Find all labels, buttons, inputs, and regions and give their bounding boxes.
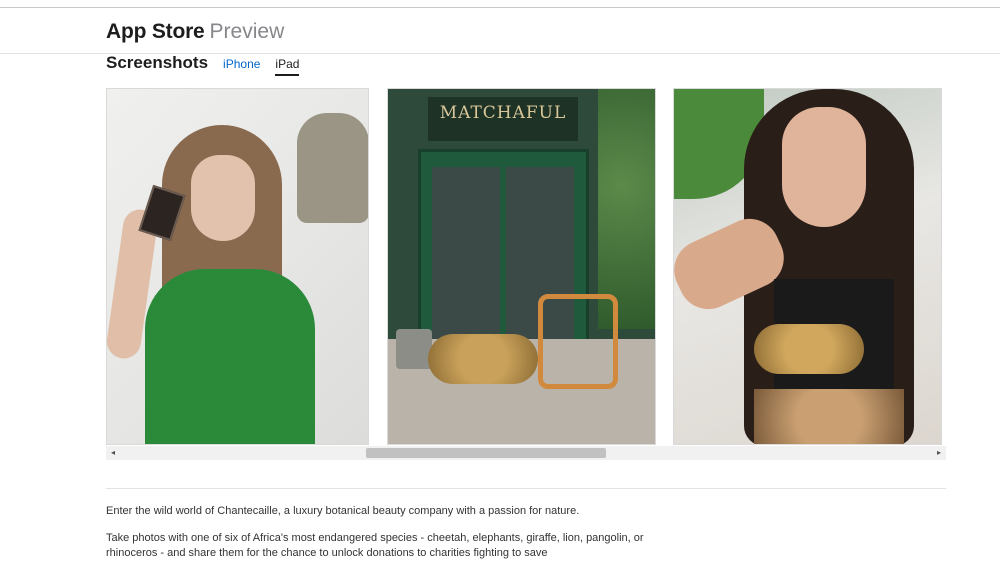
description-divider bbox=[106, 488, 946, 489]
door-glass-left bbox=[432, 167, 500, 347]
rattan-chair bbox=[538, 294, 618, 389]
woman-face bbox=[191, 155, 255, 241]
plant-pot bbox=[396, 329, 432, 369]
scroll-right-icon[interactable]: ▸ bbox=[934, 448, 944, 458]
scroll-left-icon[interactable]: ◂ bbox=[108, 448, 118, 458]
device-tabs: iPhone iPad bbox=[223, 57, 314, 76]
ar-elephant bbox=[297, 113, 368, 223]
screenshot-woman-elephant[interactable] bbox=[106, 88, 369, 445]
ar-cheetah bbox=[428, 334, 538, 384]
tab-iphone[interactable]: iPhone bbox=[223, 57, 260, 74]
description-paragraph: Take photos with one of six of Africa's … bbox=[106, 532, 644, 559]
top-divider bbox=[0, 7, 1000, 8]
tab-ipad[interactable]: iPad bbox=[275, 57, 300, 76]
description-paragraph: Enter the wild world of Chantecaille, a … bbox=[106, 505, 580, 517]
ar-cheetah bbox=[754, 324, 864, 374]
gallery-scrollbar[interactable]: ◂ ▸ bbox=[106, 446, 946, 460]
screenshot-gallery[interactable]: MATCHAFUL bbox=[106, 88, 946, 445]
scroll-thumb[interactable] bbox=[366, 448, 606, 458]
leopard-skirt bbox=[754, 389, 904, 444]
screenshots-header: Screenshots iPhone iPad bbox=[106, 53, 314, 76]
green-dress bbox=[145, 269, 315, 444]
brand-preview: Preview bbox=[209, 20, 285, 43]
app-store-header: App Store Preview bbox=[106, 20, 284, 46]
store-sign-text: MATCHAFUL bbox=[439, 103, 567, 123]
section-title: Screenshots bbox=[106, 53, 209, 72]
brand-app-store[interactable]: App Store bbox=[106, 20, 205, 44]
hanging-plant bbox=[598, 89, 655, 329]
screenshot-woman-cheetah-selfie[interactable] bbox=[673, 88, 942, 445]
woman-face bbox=[782, 107, 866, 227]
screenshot-cheetah-storefront[interactable]: MATCHAFUL bbox=[387, 88, 656, 445]
